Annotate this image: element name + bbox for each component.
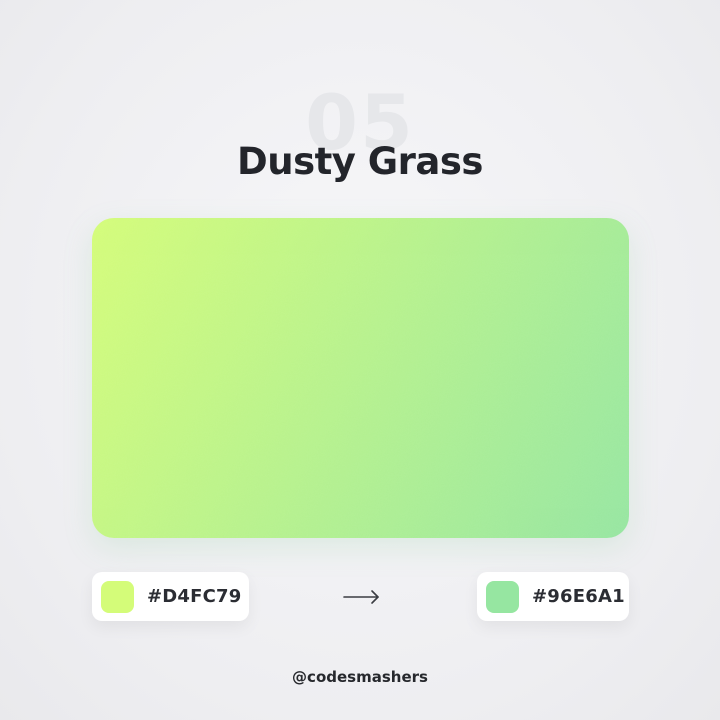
start-color-swatch (101, 580, 134, 613)
end-color-chip[interactable]: #96E6A1 (477, 572, 629, 621)
palette-title: Dusty Grass (237, 140, 483, 183)
end-color-swatch (486, 580, 519, 613)
arrow-right-icon (343, 590, 379, 604)
start-color-hex: #D4FC79 (147, 586, 242, 607)
start-color-chip[interactable]: #D4FC79 (92, 572, 249, 621)
author-handle: @codesmashers (292, 668, 428, 686)
gradient-preview (92, 218, 629, 538)
end-color-hex: #96E6A1 (532, 586, 625, 607)
noise-texture (92, 218, 629, 538)
